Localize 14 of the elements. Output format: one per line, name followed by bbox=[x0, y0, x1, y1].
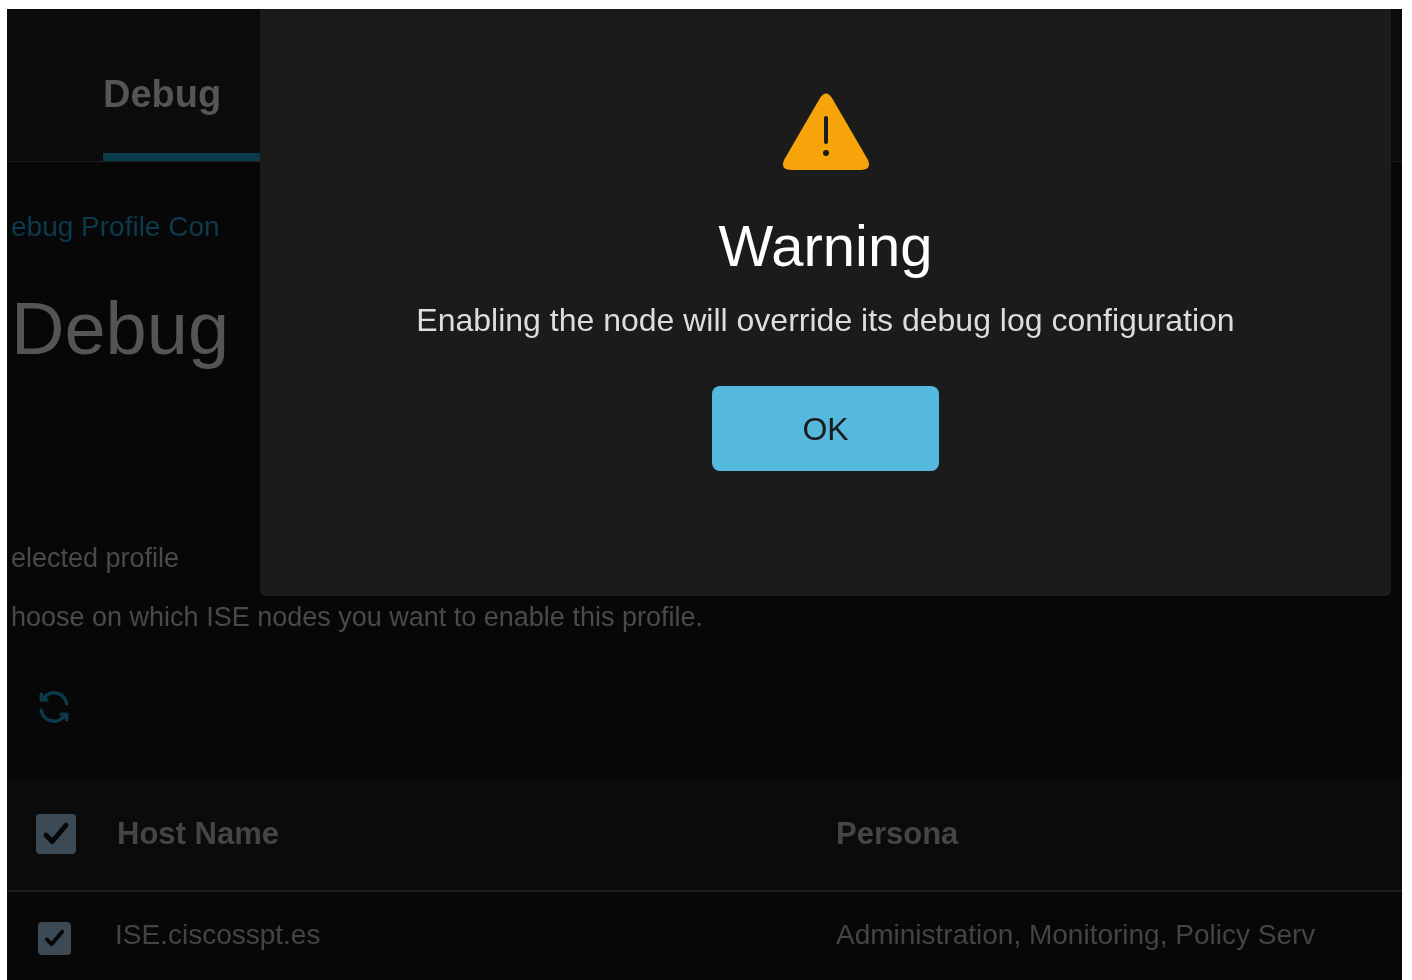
section-label: elected profile bbox=[11, 542, 180, 574]
warning-icon bbox=[780, 92, 871, 172]
checkbox[interactable] bbox=[38, 921, 71, 955]
column-header: Host Name bbox=[117, 814, 280, 853]
breadcrumb-link[interactable]: ebug Profile Con bbox=[11, 210, 220, 244]
page-title: Debug bbox=[11, 286, 230, 372]
dialog-title: Warning bbox=[718, 212, 933, 280]
ok-button[interactable]: OK bbox=[712, 386, 939, 471]
instruction-text: hoose on which ISE nodes you want to enable this profile. bbox=[11, 601, 703, 633]
dialog-message: Enabling the node will override its debug log configuration bbox=[416, 301, 1235, 340]
column-header: Persona bbox=[836, 814, 959, 853]
checkbox[interactable] bbox=[36, 814, 76, 854]
table-cell-text: Administration, Monitoring, Policy Serv bbox=[836, 918, 1316, 952]
table-cell-text: ISE.ciscosspt.es bbox=[115, 918, 322, 952]
